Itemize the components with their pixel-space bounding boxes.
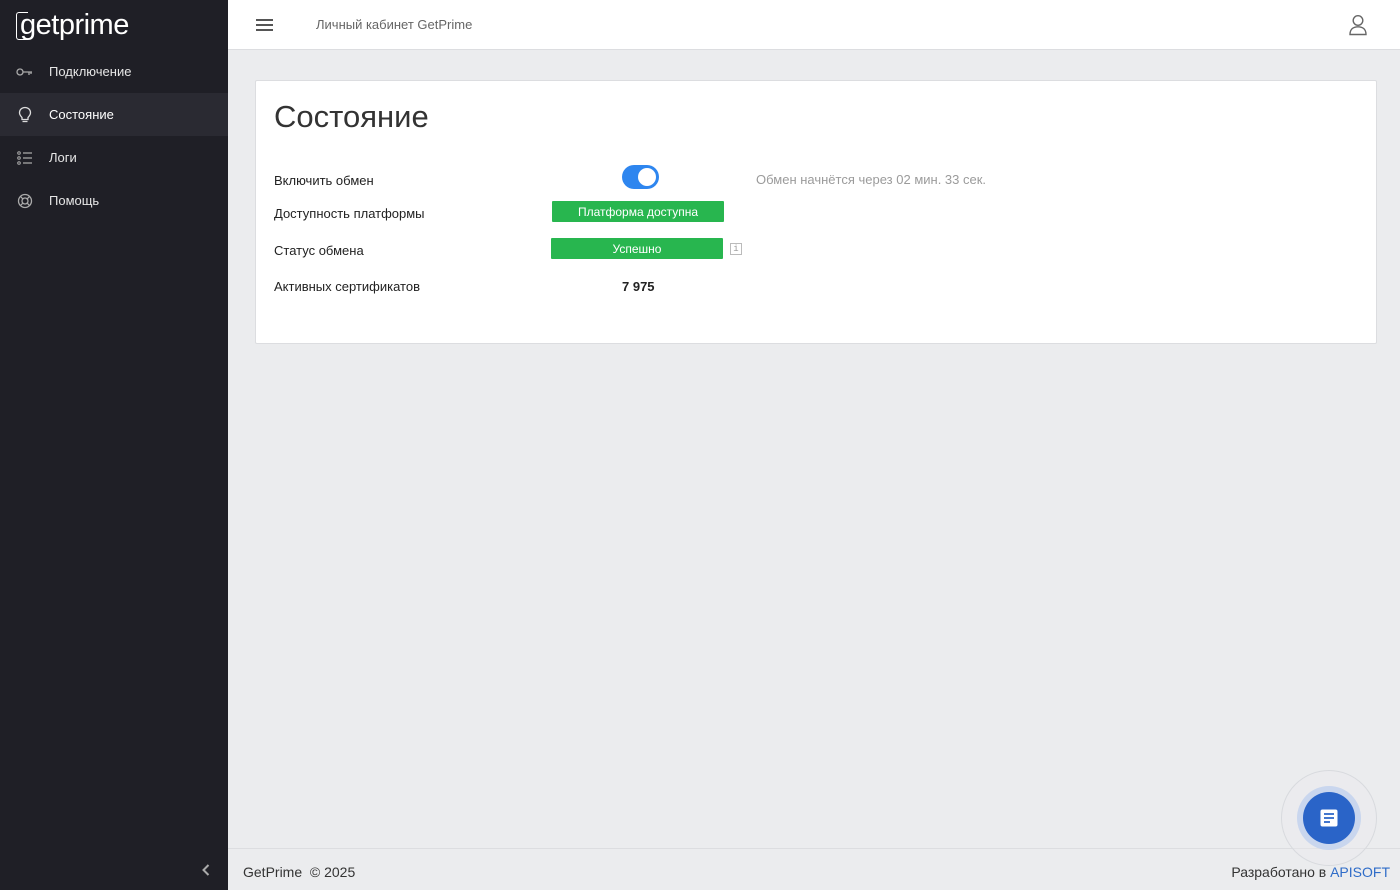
user-icon[interactable]: [1348, 14, 1368, 36]
certificates-count: 7 975: [622, 279, 655, 294]
exchange-status-label: Статус обмена: [274, 243, 364, 258]
sidebar-item-label: Помощь: [49, 193, 100, 208]
sidebar-item-connection[interactable]: Подключение: [0, 50, 228, 93]
document-icon: [1320, 809, 1338, 827]
key-icon: [16, 63, 34, 81]
card-title: Состояние: [274, 99, 429, 134]
info-icon[interactable]: i: [730, 243, 742, 255]
sidebar-item-status[interactable]: Состояние: [0, 93, 228, 136]
sidebar-item-help[interactable]: Помощь: [0, 179, 228, 222]
lifebuoy-icon: [16, 192, 34, 210]
list-icon: [16, 149, 34, 167]
platform-label: Доступность платформы: [274, 206, 425, 221]
certificates-label: Активных сертификатов: [274, 279, 420, 294]
exchange-countdown: Обмен начнётся через 02 мин. 33 сек.: [756, 172, 987, 187]
page-title: Личный кабинет GetPrime: [316, 17, 473, 32]
exchange-status-badge: Успешно: [551, 238, 723, 259]
sidebar-item-logs[interactable]: Логи: [0, 136, 228, 179]
menu-icon[interactable]: [256, 16, 274, 34]
footer-copyright: GetPrime © 2025: [243, 864, 356, 880]
footer-credit: Разработано в APISOFT: [1231, 864, 1390, 880]
platform-status-badge: Платформа доступна: [552, 201, 724, 222]
header: Личный кабинет GetPrime: [228, 0, 1400, 50]
exchange-toggle-label: Включить обмен: [274, 173, 374, 188]
apisoft-link[interactable]: APISOFT: [1330, 864, 1390, 880]
sidebar: getprime Подключение Состояние Логи Помо…: [0, 0, 228, 890]
logo-text: getprime: [20, 9, 129, 41]
toggle-knob: [638, 168, 656, 186]
exchange-toggle[interactable]: [622, 165, 659, 189]
footer: GetPrime © 2025 Разработано в APISOFT: [228, 848, 1400, 890]
lightbulb-icon: [16, 106, 34, 124]
sidebar-item-label: Подключение: [49, 64, 132, 79]
status-card: Состояние Включить обмен Обмен начнётся …: [255, 80, 1377, 344]
sidebar-item-label: Логи: [49, 150, 77, 165]
sidebar-item-label: Состояние: [49, 107, 114, 122]
chevron-left-icon: [202, 864, 210, 876]
footer-credit-prefix: Разработано в: [1231, 864, 1331, 880]
logo[interactable]: getprime: [16, 8, 136, 42]
chat-button[interactable]: [1303, 792, 1355, 844]
collapse-sidebar-button[interactable]: [196, 860, 216, 880]
